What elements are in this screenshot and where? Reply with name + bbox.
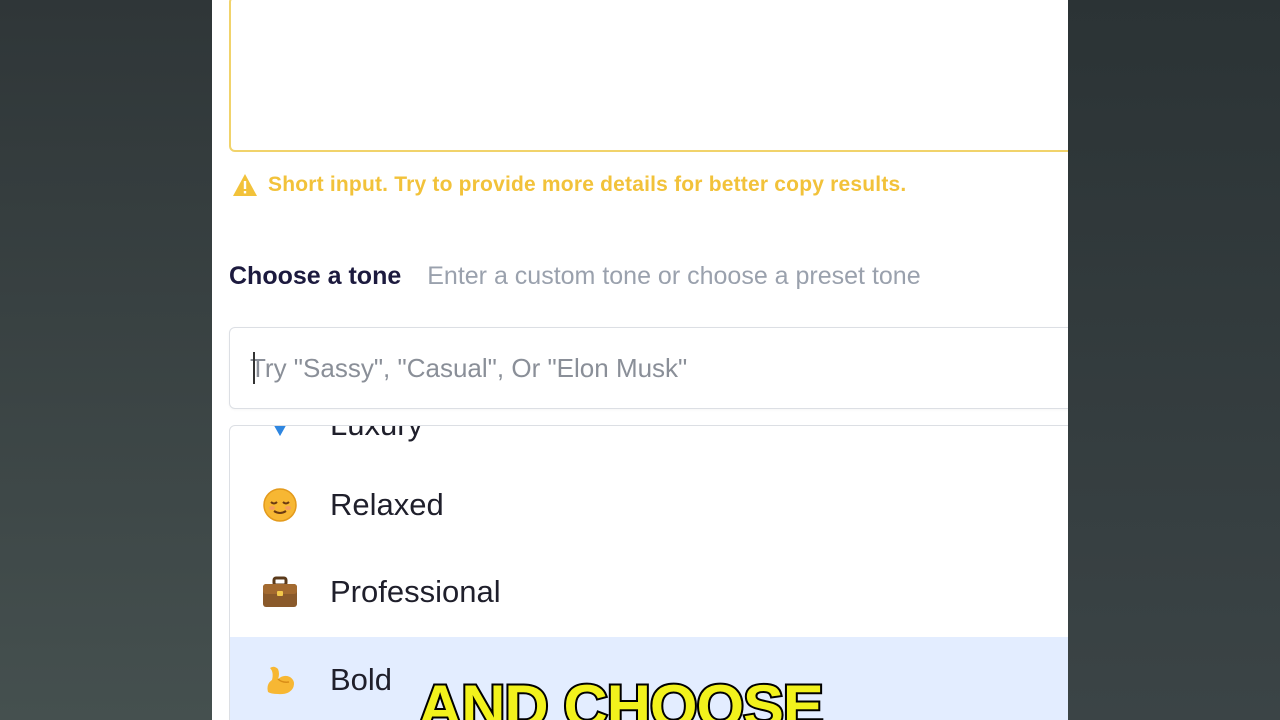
tone-option-professional[interactable]: Professional [230,549,1068,635]
flexed-biceps-icon [262,662,298,698]
tone-title: Choose a tone [229,262,402,290]
option-label: Luxury [330,426,423,443]
video-caption-overlay: AND CHOOSE [416,671,826,720]
video-background-left [0,0,212,720]
short-input-warning: Short input. Try to provide more details… [232,172,906,198]
option-label: Relaxed [330,487,444,522]
warning-text: Short input. Try to provide more details… [268,173,907,196]
tone-input-container[interactable] [229,327,1068,409]
tone-option-relaxed[interactable]: Relaxed [230,462,1068,548]
copy-generator-panel: Short input. Try to provide more details… [212,0,1068,720]
briefcase-icon [262,574,298,610]
option-label: Bold [330,662,393,697]
video-background-right [1068,0,1280,720]
option-label: Professional [330,574,501,609]
tone-header: Choose a tone Enter a custom tone or cho… [229,262,921,291]
description-textarea[interactable] [229,0,1068,152]
tone-hint: Enter a custom tone or choose a preset t… [427,262,921,290]
relieved-face-icon [262,487,298,523]
warning-triangle-icon [232,172,258,198]
text-caret [253,352,255,384]
diamond-icon [262,426,298,443]
tone-input[interactable] [250,342,1050,394]
